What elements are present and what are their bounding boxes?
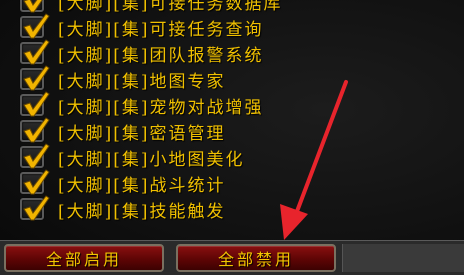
addon-row: [大脚][集]地图专家	[0, 65, 464, 92]
addon-checkbox[interactable]	[20, 169, 50, 195]
addon-label: [大脚][集]地图专家	[58, 72, 226, 92]
addon-checkbox[interactable]	[20, 195, 50, 221]
addon-list: [大脚][集]可接任务数据库 [大脚][集]可接任务查询 [大脚][集]团队报警系统…	[0, 0, 464, 222]
addon-checkbox[interactable]	[20, 0, 44, 13]
addon-label: [大脚][集]宠物对战增强	[58, 98, 264, 118]
addon-checkbox[interactable]	[20, 117, 50, 143]
addon-row: [大脚][集]小地图美化	[0, 143, 464, 170]
addon-row: [大脚][集]密语管理	[0, 117, 464, 144]
check-icon	[23, 39, 50, 65]
addon-row: [大脚][集]宠物对战增强	[0, 91, 464, 118]
addon-label: [大脚][集]团队报警系统	[58, 46, 264, 66]
addon-row: [大脚][集]团队报警系统	[0, 39, 464, 66]
check-icon	[23, 195, 50, 221]
addon-row: [大脚][集]战斗统计	[0, 169, 464, 196]
check-icon	[23, 143, 50, 169]
check-icon	[23, 169, 50, 195]
addon-checkbox[interactable]	[20, 143, 50, 169]
addon-row: [大脚][集]可接任务数据库	[0, 0, 464, 14]
bottom-bar-filler	[342, 244, 464, 272]
addon-row: [大脚][集]技能触发	[0, 195, 464, 222]
addon-label: [大脚][集]可接任务数据库	[58, 0, 283, 14]
addon-label: [大脚][集]战斗统计	[58, 176, 226, 196]
check-icon	[23, 13, 50, 39]
addon-label: [大脚][集]技能触发	[58, 202, 226, 222]
check-icon	[23, 117, 50, 143]
addon-checkbox[interactable]	[20, 39, 50, 65]
addon-label: [大脚][集]可接任务查询	[58, 20, 264, 40]
check-icon	[23, 65, 50, 91]
addon-panel: [大脚][集]可接任务数据库 [大脚][集]可接任务查询 [大脚][集]团队报警系统…	[0, 0, 464, 275]
addon-checkbox[interactable]	[20, 13, 50, 39]
addon-row: [大脚][集]可接任务查询	[0, 13, 464, 40]
addon-label: [大脚][集]小地图美化	[58, 150, 245, 170]
check-icon	[23, 91, 50, 117]
enable-all-button[interactable]: 全部启用	[4, 244, 164, 272]
addon-checkbox[interactable]	[20, 65, 50, 91]
addon-checkbox[interactable]	[20, 91, 50, 117]
disable-all-button[interactable]: 全部禁用	[176, 244, 336, 272]
addon-label: [大脚][集]密语管理	[58, 124, 226, 144]
